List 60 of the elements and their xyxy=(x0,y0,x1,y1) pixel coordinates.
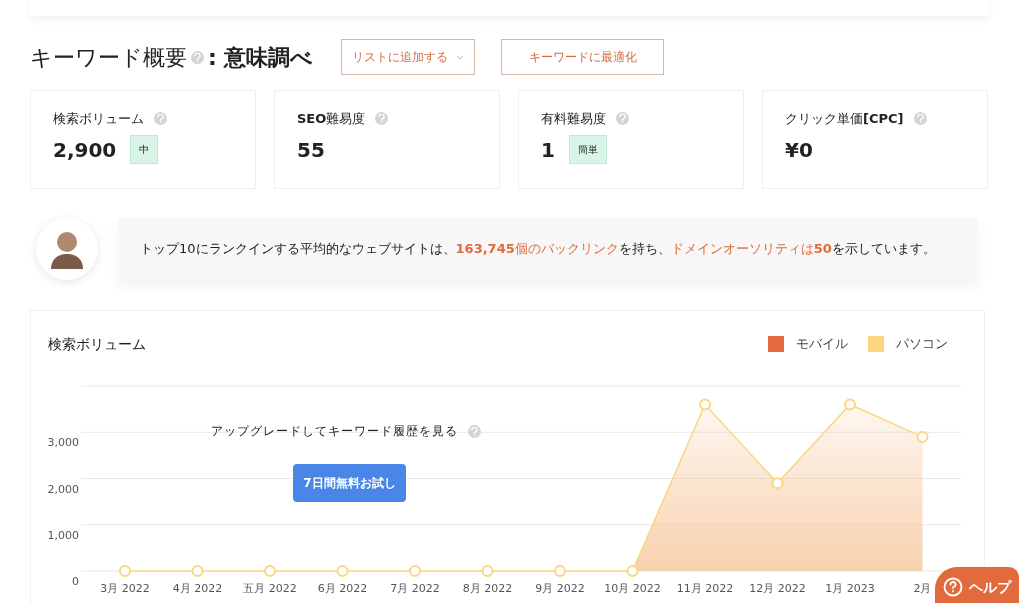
data-point xyxy=(916,430,929,443)
data-point xyxy=(264,565,276,577)
x-axis-label: 12月 2022 xyxy=(749,582,806,595)
help-icon xyxy=(616,112,629,126)
x-axis-label: 3月 2022 xyxy=(100,582,150,595)
data-point xyxy=(771,477,784,490)
legend-label: パソコン xyxy=(896,335,948,354)
insight-text: トップ10にランクインする平均的なウェブサイトは、163,745個のバックリンク を持ち、ドメインオーソリティは50を示しています。 xyxy=(140,240,936,258)
help-icon xyxy=(154,112,167,126)
data-point xyxy=(191,565,204,577)
person-silhouette-icon xyxy=(49,229,85,269)
x-axis-label: 11月 2022 xyxy=(676,582,734,595)
help-icon xyxy=(375,112,389,126)
optimize-button[interactable]: キーワードに最適化 xyxy=(501,39,665,75)
data-point xyxy=(119,565,131,577)
metric-label: 検索ボリューム xyxy=(53,110,144,128)
data-point xyxy=(554,565,566,577)
keyword-text: : 意味調べ xyxy=(208,43,314,72)
data-point xyxy=(409,565,421,577)
x-axis-label: 4月 2022 xyxy=(172,582,223,595)
help-icon xyxy=(913,112,927,126)
y-axis-label: 0 xyxy=(72,575,79,588)
x-axis-label: 五月 2022 xyxy=(243,582,297,595)
x-axis-label: 6月 2022 xyxy=(317,582,368,595)
section-title: キーワード概要 xyxy=(30,43,187,72)
data-point xyxy=(699,398,711,411)
insight-link[interactable]: 163,745個のバックリンク xyxy=(455,241,619,256)
metric-label: SEO難易度 xyxy=(297,110,366,128)
metric-value: ¥0 xyxy=(785,136,813,164)
metric-label: 有料難易度 xyxy=(541,110,606,128)
metric-value: 55 xyxy=(297,136,325,164)
metric-value: 2,900 xyxy=(53,136,117,164)
x-axis-label: 1月 2023 xyxy=(825,582,875,595)
data-point xyxy=(336,565,349,577)
x-axis-label: 7月 2022 xyxy=(390,582,440,595)
free-trial-button[interactable]: 7日間無料お試し xyxy=(293,464,406,502)
x-axis-label: 2月 xyxy=(913,582,932,595)
metric-label: クリック単価[CPC] xyxy=(785,110,904,128)
metric-value: 1 xyxy=(541,136,555,164)
x-axis-label: 8月 2022 xyxy=(462,582,513,595)
insight-link[interactable]: ドメインオーソリティは50 xyxy=(670,241,832,256)
chevron-down-icon xyxy=(456,54,465,60)
difficulty-tag: 中 xyxy=(130,135,159,164)
y-axis-label: 2,000 xyxy=(47,482,79,496)
difficulty-tag: 簡単 xyxy=(568,135,607,164)
upgrade-text: アップグレードしてキーワード履歴を見る xyxy=(211,423,458,440)
chart-title: 検索ボリューム xyxy=(48,334,146,354)
help-icon xyxy=(943,577,963,597)
help-button[interactable]: ヘルプ xyxy=(935,567,1019,603)
add-to-list-dropdown[interactable]: リストに追加する xyxy=(341,39,476,75)
y-axis-label: 1,000 xyxy=(47,528,79,542)
help-icon xyxy=(191,50,204,64)
help-icon xyxy=(468,424,481,438)
y-axis-label: 3,000 xyxy=(47,436,79,450)
data-point xyxy=(844,398,856,411)
x-axis-label: 9月 2022 xyxy=(535,582,585,595)
data-point xyxy=(481,565,494,577)
legend-label: モバイル xyxy=(796,335,848,354)
x-axis-label: 10月 2022 xyxy=(604,582,661,595)
data-point xyxy=(626,565,639,577)
